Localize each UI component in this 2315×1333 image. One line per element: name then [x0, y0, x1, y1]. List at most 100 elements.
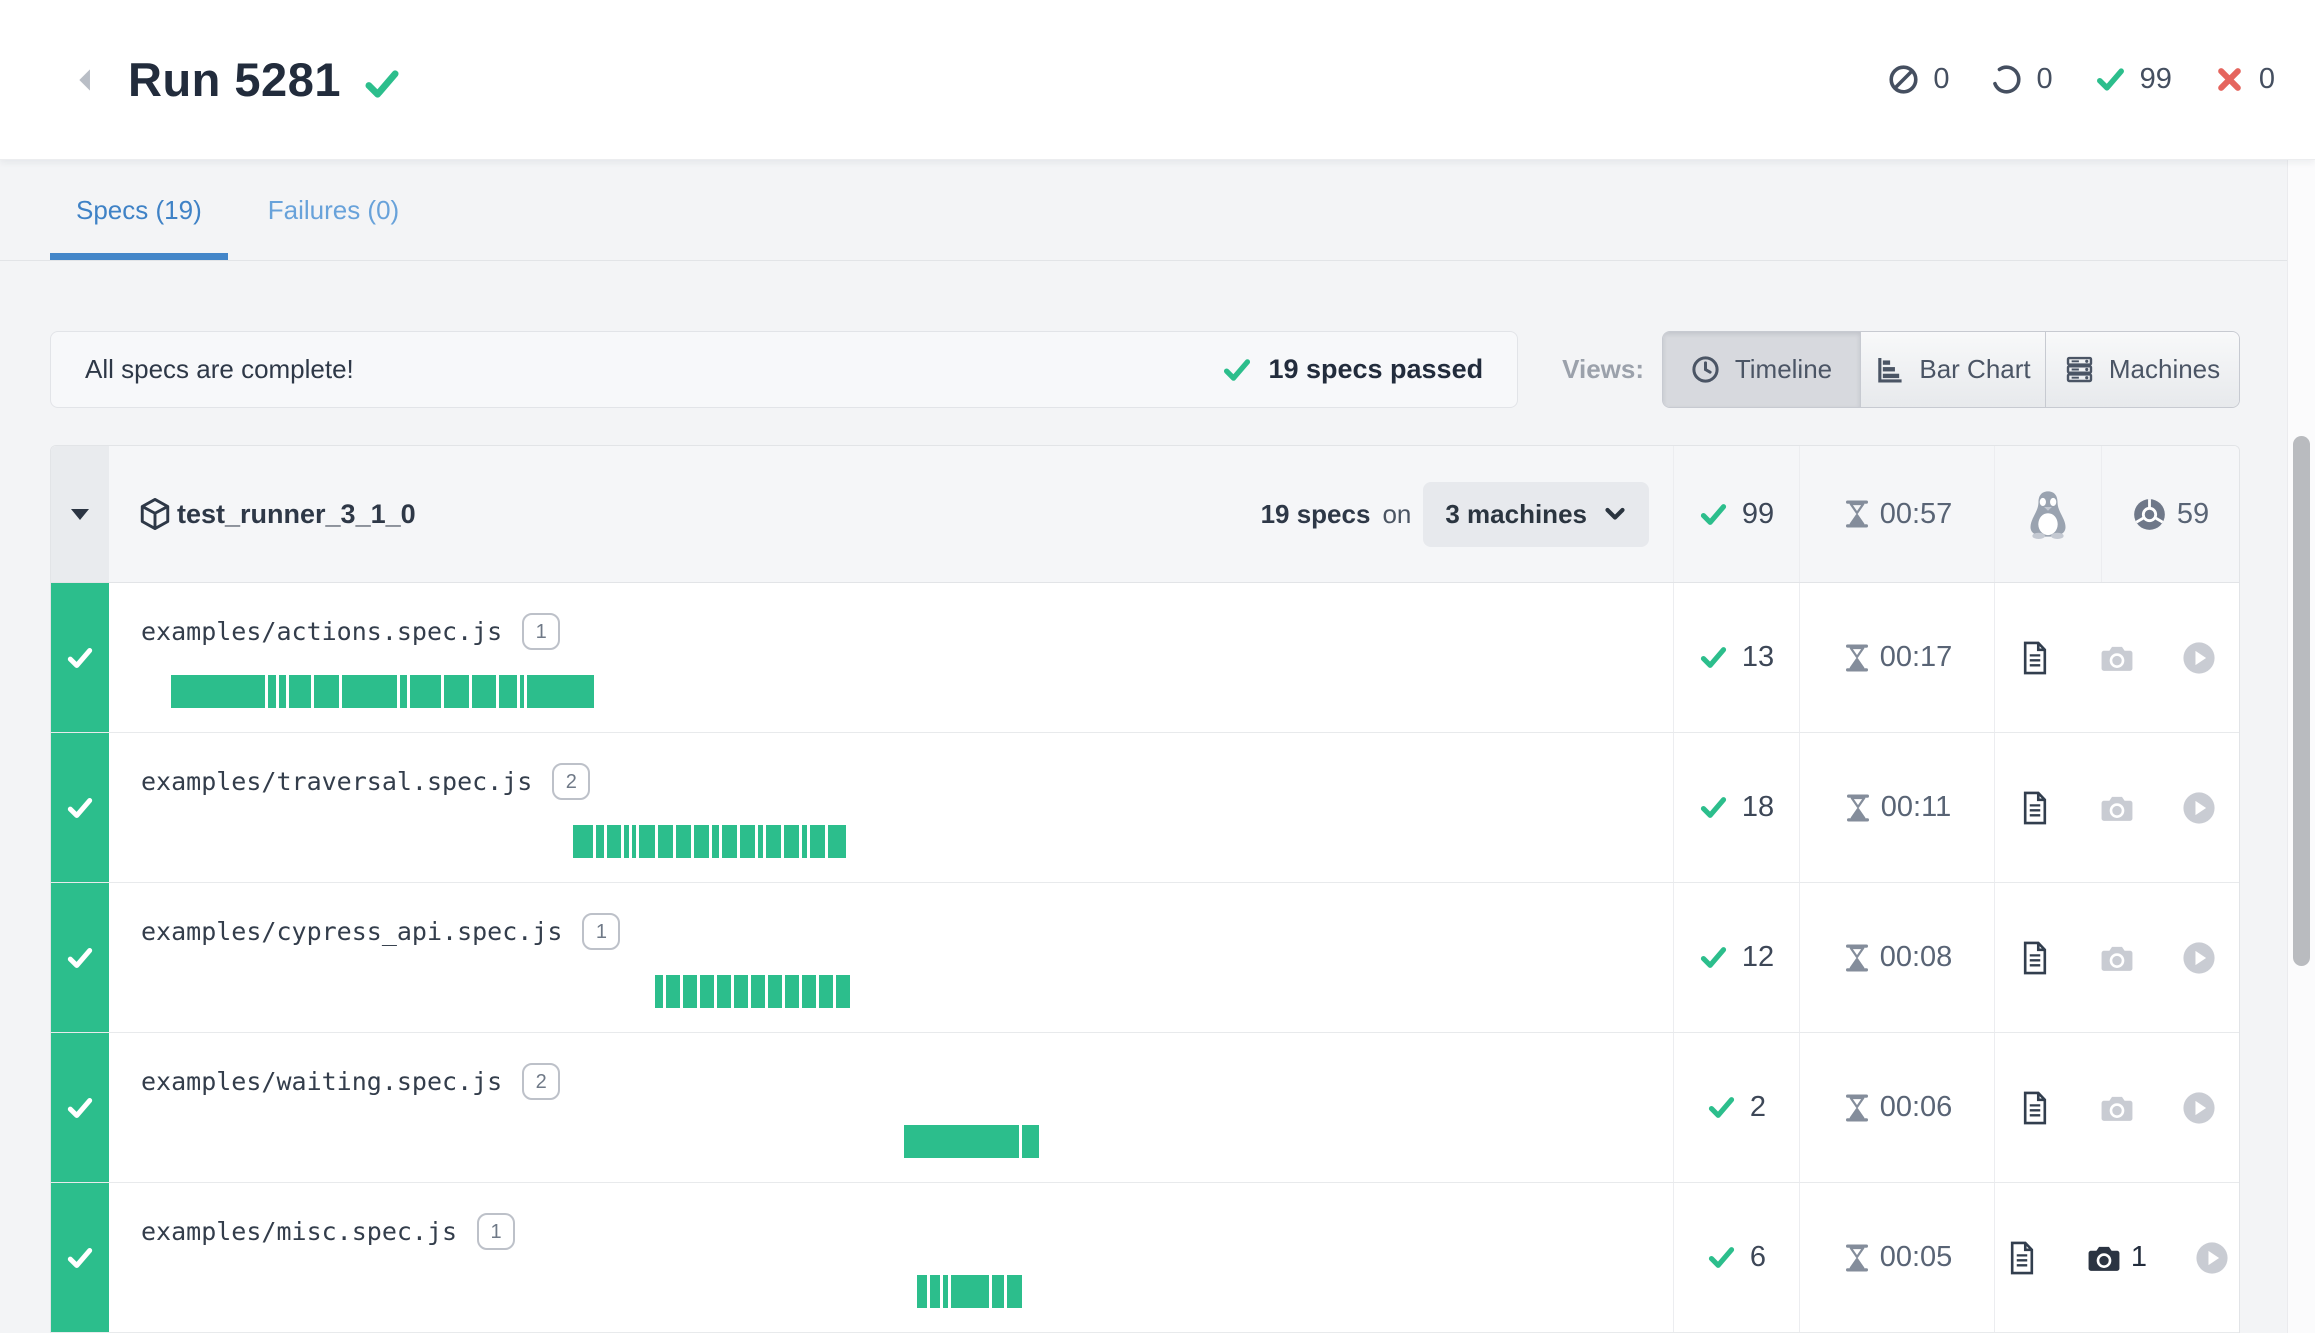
group-passed-count: 99	[1742, 498, 1774, 531]
tab-failures[interactable]: Failures (0)	[242, 160, 425, 260]
machines-view-button[interactable]: Machines	[2045, 332, 2239, 407]
check-icon	[1707, 1243, 1736, 1272]
video-button[interactable]	[2182, 791, 2216, 825]
failed-count: 0	[2259, 63, 2275, 96]
screenshots-button[interactable]: 1	[2087, 1241, 2147, 1275]
spec-artifacts-cell	[1994, 733, 2239, 882]
tab-specs[interactable]: Specs (19)	[50, 160, 228, 260]
spec-duration-cell: 00:17	[1799, 583, 1994, 732]
timeline-view-button[interactable]: Timeline	[1663, 332, 1860, 407]
check-icon	[66, 794, 94, 822]
run-stats: 0 0 99 0	[1846, 63, 2275, 96]
check-icon	[1707, 1093, 1736, 1122]
stdout-button[interactable]	[2018, 791, 2052, 825]
scrollbar-thumb[interactable]	[2293, 436, 2310, 966]
screenshots-button[interactable]	[2100, 941, 2134, 975]
page-scrollbar	[2287, 160, 2315, 1333]
passed-icon	[2095, 64, 2126, 95]
group-duration: 00:57	[1880, 498, 1953, 531]
stat-pending: 0	[1991, 63, 2052, 96]
tab-bar: Specs (19) Failures (0)	[0, 160, 2315, 261]
spec-duration-cell: 00:05	[1799, 1183, 1994, 1332]
spec-duration: 00:17	[1880, 641, 1953, 674]
play-icon	[2182, 941, 2216, 975]
spec-duration: 00:05	[1880, 1241, 1953, 1274]
spec-passed-count: 13	[1742, 641, 1774, 674]
complete-banner: All specs are complete! 19 specs passed	[50, 331, 1518, 408]
machine-badge: 2	[552, 763, 590, 800]
video-button[interactable]	[2195, 1241, 2229, 1275]
chrome-icon	[2132, 497, 2167, 532]
camera-icon	[2100, 941, 2134, 975]
video-button[interactable]	[2182, 941, 2216, 975]
hourglass-icon	[1843, 793, 1873, 823]
group-duration-cell: 00:57	[1799, 446, 1994, 582]
group-os-cell	[1994, 446, 2101, 582]
spec-timeline	[573, 825, 846, 858]
screenshots-button[interactable]	[2100, 641, 2134, 675]
group-main-cell: test_runner_3_1_0 19 specs on 3 machines	[109, 446, 1673, 582]
check-icon	[66, 1244, 94, 1272]
check-icon	[1699, 500, 1728, 529]
passed-count: 99	[2140, 63, 2172, 96]
spec-cell: examples/waiting.spec.js 2	[109, 1033, 1673, 1182]
spec-duration: 00:08	[1880, 941, 1953, 974]
document-icon	[2005, 1241, 2039, 1275]
spec-passed-count: 6	[1750, 1241, 1766, 1274]
spec-cell: examples/traversal.spec.js 2	[109, 733, 1673, 882]
play-icon	[2182, 641, 2216, 675]
group-collapse-toggle[interactable]	[51, 446, 109, 582]
machines-dropdown[interactable]: 3 machines	[1423, 482, 1649, 547]
video-button[interactable]	[2182, 641, 2216, 675]
stdout-button[interactable]	[2018, 1091, 2052, 1125]
stdout-button[interactable]	[2018, 641, 2052, 675]
specs-table: test_runner_3_1_0 19 specs on 3 machines…	[50, 445, 2240, 1333]
spec-timeline	[655, 975, 850, 1008]
timeline-view-label: Timeline	[1735, 354, 1832, 385]
check-icon	[1699, 943, 1728, 972]
camera-icon	[2100, 641, 2134, 675]
spec-cell: examples/actions.spec.js 1	[109, 583, 1673, 732]
hourglass-icon	[1842, 943, 1872, 973]
video-button[interactable]	[2182, 1091, 2216, 1125]
hourglass-icon	[1842, 1093, 1872, 1123]
group-browser-cell: 59	[2101, 446, 2239, 582]
machines-view-label: Machines	[2109, 354, 2220, 385]
spec-filename: examples/traversal.spec.js	[141, 767, 532, 796]
check-icon	[1222, 355, 1252, 385]
spec-filename: examples/cypress_api.spec.js	[141, 917, 562, 946]
view-switcher: Timeline Bar Chart Machines	[1662, 331, 2240, 408]
group-on-label: on	[1382, 499, 1411, 530]
screenshots-button[interactable]	[2100, 1091, 2134, 1125]
banner-message: All specs are complete!	[85, 354, 354, 385]
check-icon	[66, 644, 94, 672]
stat-passed: 99	[2095, 63, 2172, 96]
camera-icon	[2100, 1091, 2134, 1125]
spec-passed-cell: 12	[1673, 883, 1799, 1032]
play-icon	[2182, 791, 2216, 825]
check-icon	[66, 944, 94, 972]
screenshots-button[interactable]	[2100, 791, 2134, 825]
stdout-button[interactable]	[2005, 1241, 2039, 1275]
bar-chart-icon	[1875, 355, 1904, 384]
hourglass-icon	[1842, 1243, 1872, 1273]
bar-chart-view-button[interactable]: Bar Chart	[1860, 332, 2045, 407]
spec-passed-cell: 2	[1673, 1033, 1799, 1182]
spec-passed-count: 12	[1742, 941, 1774, 974]
caret-down-icon	[69, 506, 91, 522]
back-chevron-icon[interactable]	[68, 63, 102, 97]
views-label: Views:	[1562, 354, 1644, 385]
stdout-button[interactable]	[2018, 941, 2052, 975]
camera-icon	[2087, 1241, 2121, 1275]
spec-passed-count: 2	[1750, 1091, 1766, 1124]
skipped-icon	[1888, 64, 1919, 95]
spec-row: examples/cypress_api.spec.js 1 12 00:08	[51, 883, 2239, 1033]
check-icon	[1699, 643, 1728, 672]
page-title: Run 5281	[128, 52, 341, 107]
banner-passed-label: 19 specs passed	[1268, 354, 1483, 385]
chevron-down-icon	[1603, 502, 1627, 526]
spec-status-gutter	[51, 583, 109, 732]
spec-duration: 00:06	[1880, 1091, 1953, 1124]
spec-cell: examples/cypress_api.spec.js 1	[109, 883, 1673, 1032]
spec-artifacts-cell	[1994, 583, 2239, 732]
